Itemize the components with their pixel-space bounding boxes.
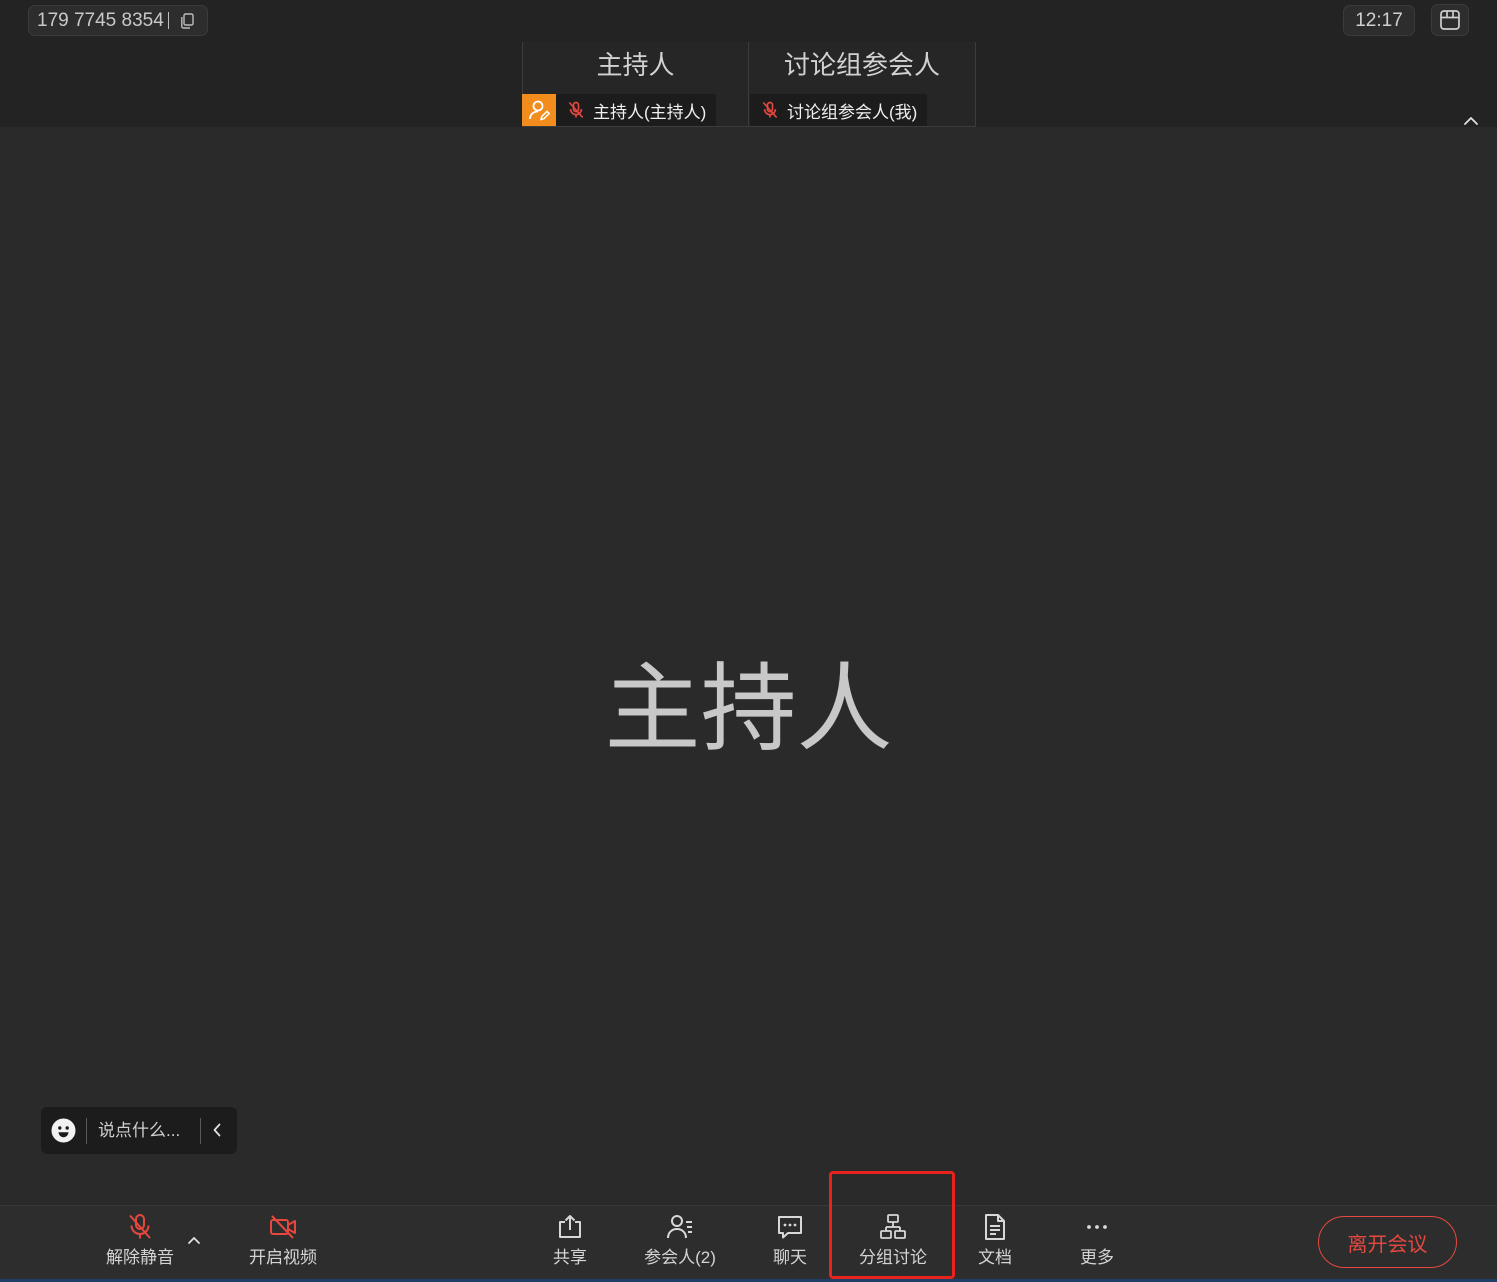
participant-tile-self[interactable]: 讨论组参会人 讨论组参会人(我) xyxy=(749,42,976,127)
host-badge xyxy=(522,94,556,126)
participant-tile-title: 主持人 xyxy=(596,50,675,80)
active-speaker-name: 主持人 xyxy=(604,656,893,763)
chat-button[interactable]: 聊天 xyxy=(745,1210,835,1274)
more-button[interactable]: 更多 xyxy=(1052,1210,1142,1274)
chevron-up-icon[interactable] xyxy=(1461,113,1481,127)
chat-icon xyxy=(778,1216,802,1239)
layout-icon xyxy=(1440,10,1460,30)
participant-tile-host[interactable]: 主持人 主持人(主持人) xyxy=(522,42,749,127)
participants-button[interactable]: 参会人(2) xyxy=(635,1210,725,1274)
participant-name-bar: 主持人(主持人) xyxy=(522,94,717,126)
documents-button[interactable]: 文档 xyxy=(950,1210,1040,1274)
meeting-id: 179 7745 8354 xyxy=(37,9,164,31)
leave-meeting-button[interactable]: 离开会议 xyxy=(1318,1216,1457,1268)
video-off-icon xyxy=(270,1215,296,1239)
more-icon xyxy=(1087,1225,1107,1229)
smiley-icon[interactable] xyxy=(51,1118,76,1143)
chevron-up-icon[interactable] xyxy=(186,1234,202,1246)
participants-label: 参会人(2) xyxy=(644,1248,716,1267)
more-label: 更多 xyxy=(1080,1248,1114,1267)
start-video-button[interactable]: 开启视频 xyxy=(238,1210,328,1274)
participant-name-label: 讨论组参会人(我) xyxy=(787,102,918,122)
meeting-time: 12:17 xyxy=(1343,5,1415,36)
participant-name-pill: 讨论组参会人(我) xyxy=(750,94,928,126)
document-icon xyxy=(985,1214,1005,1240)
mic-muted-icon xyxy=(568,101,584,119)
unmute-button[interactable]: 解除静音 xyxy=(95,1210,185,1274)
participant-name-label: 主持人(主持人) xyxy=(593,102,707,122)
participant-name-bar: 讨论组参会人(我) xyxy=(750,94,928,126)
participant-tile-title: 讨论组参会人 xyxy=(783,50,940,80)
meeting-id-divider xyxy=(167,12,170,29)
mic-muted-icon xyxy=(762,101,778,119)
layout-button[interactable] xyxy=(1431,4,1469,36)
participants-icon xyxy=(667,1215,692,1239)
share-label: 共享 xyxy=(553,1248,587,1267)
share-icon xyxy=(559,1215,581,1238)
start-video-label: 开启视频 xyxy=(249,1248,317,1267)
unmute-label: 解除静音 xyxy=(106,1248,174,1267)
chat-input-placeholder: 说点什么... xyxy=(98,1121,181,1140)
chevron-left-icon[interactable] xyxy=(211,1122,223,1138)
chat-label: 聊天 xyxy=(773,1248,807,1267)
mic-muted-icon xyxy=(129,1214,151,1239)
breakout-icon xyxy=(880,1214,906,1239)
chat-quick-input[interactable]: 说点什么... xyxy=(41,1107,237,1154)
breakout-rooms-button[interactable]: 分组讨论 xyxy=(848,1210,938,1274)
chat-input-divider xyxy=(86,1118,87,1144)
chat-input-divider xyxy=(200,1118,201,1144)
share-button[interactable]: 共享 xyxy=(525,1210,615,1274)
documents-label: 文档 xyxy=(978,1248,1012,1267)
breakout-label: 分组讨论 xyxy=(859,1248,927,1267)
participant-name-pill: 主持人(主持人) xyxy=(556,94,717,126)
meeting-id-pill: 179 7745 8354 xyxy=(28,5,208,36)
host-badge-icon xyxy=(529,100,550,121)
copy-icon[interactable] xyxy=(180,12,194,29)
